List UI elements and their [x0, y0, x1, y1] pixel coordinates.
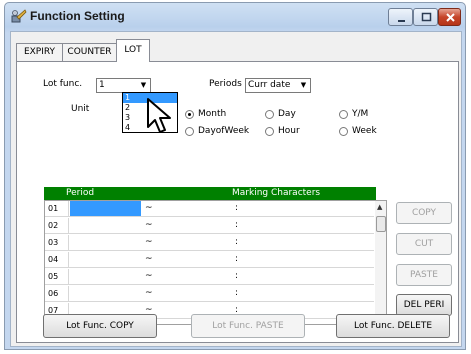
- mouse-pointer-icon: [146, 97, 176, 140]
- scroll-up-icon[interactable]: ▲: [377, 203, 382, 211]
- lot-func-select[interactable]: 1 ▼: [96, 78, 151, 93]
- unit-hour-label: Hour: [278, 126, 300, 136]
- range-separator: ~: [145, 271, 153, 281]
- radio-unchecked-icon: [265, 126, 274, 136]
- table-row[interactable]: 03 ~:: [45, 235, 374, 251]
- lot-func-value: 1: [99, 80, 105, 90]
- unit-ym-radio[interactable]: Y/M: [339, 109, 368, 119]
- title-bar[interactable]: Function Setting: [5, 3, 465, 31]
- unit-day-label: Day: [278, 109, 296, 119]
- del-peri-button[interactable]: DEL PERI: [396, 294, 452, 316]
- dialog-client-area: EXPIRY COUNTER LOT Lot func. 1 ▼ Periods…: [10, 31, 462, 347]
- unit-day-radio[interactable]: Day: [265, 109, 296, 119]
- maximize-button[interactable]: [413, 8, 438, 26]
- period-cell-selected[interactable]: [70, 201, 141, 216]
- radio-unchecked-icon: [339, 109, 348, 119]
- lot-func-label: Lot func.: [43, 79, 83, 89]
- table-row[interactable]: 02 ~:: [45, 218, 374, 234]
- range-separator: ~: [145, 220, 153, 230]
- copy-button[interactable]: COPY: [396, 202, 452, 224]
- grid-header-marking: Marking Characters: [232, 188, 321, 198]
- unit-hour-radio[interactable]: Hour: [265, 126, 300, 136]
- marking-separator: :: [235, 254, 239, 264]
- marking-separator: :: [235, 237, 239, 247]
- periods-label: Periods: [209, 79, 242, 89]
- row-number: 06: [45, 286, 69, 301]
- minimize-button[interactable]: [388, 8, 413, 26]
- row-number: 04: [45, 252, 69, 267]
- table-row[interactable]: 04 ~:: [45, 252, 374, 268]
- tab-counter[interactable]: COUNTER: [62, 43, 117, 61]
- row-number: 01: [45, 201, 69, 216]
- paste-button[interactable]: PASTE: [396, 264, 452, 286]
- cut-button-label: CUT: [414, 239, 434, 249]
- window-title: Function Setting: [30, 9, 125, 23]
- table-row[interactable]: 06 ~:: [45, 286, 374, 302]
- grid-scrollbar[interactable]: ▲ ▼: [375, 201, 386, 324]
- grid-header-period: Period: [66, 188, 95, 198]
- period-cell[interactable]: [70, 286, 141, 301]
- tab-counter-label: COUNTER: [67, 47, 112, 57]
- marking-separator: :: [235, 220, 239, 230]
- del-peri-button-label: DEL PERI: [403, 300, 445, 310]
- lot-func-copy-label: Lot Func. COPY: [66, 321, 134, 331]
- period-grid-header: Period Marking Characters: [44, 187, 376, 200]
- period-grid[interactable]: 01~: 02~: 03~: 04~: 05~: 06~: 07~: ▲ ▼: [44, 200, 387, 325]
- period-cell[interactable]: [70, 269, 141, 284]
- chevron-down-icon[interactable]: ▼: [297, 79, 310, 92]
- close-button[interactable]: [438, 8, 461, 26]
- unit-ym-label: Y/M: [352, 109, 369, 119]
- marking-separator: :: [235, 203, 239, 213]
- range-separator: ~: [145, 203, 153, 213]
- unit-dayofweek-label: DayofWeek: [198, 126, 250, 136]
- marking-separator: :: [235, 271, 239, 281]
- tab-lot[interactable]: LOT: [116, 39, 150, 62]
- period-cell[interactable]: [70, 235, 141, 250]
- lot-func-paste-label: Lot Func. PASTE: [212, 321, 284, 331]
- range-separator: ~: [145, 237, 153, 247]
- copy-button-label: COPY: [411, 208, 437, 218]
- range-separator: ~: [145, 288, 153, 298]
- unit-dayofweek-radio[interactable]: DayofWeek: [185, 126, 249, 136]
- unit-month-label: Month: [198, 109, 227, 119]
- radio-unchecked-icon: [339, 126, 348, 136]
- chevron-down-icon[interactable]: ▼: [137, 79, 150, 92]
- cut-button[interactable]: CUT: [396, 233, 452, 255]
- period-cell[interactable]: [70, 252, 141, 267]
- row-number: 05: [45, 269, 69, 284]
- paste-button-label: PASTE: [410, 270, 438, 280]
- radio-unchecked-icon: [265, 109, 274, 119]
- lot-func-delete-button[interactable]: Lot Func. DELETE: [336, 314, 450, 338]
- unit-week-label: Week: [352, 126, 377, 136]
- table-row[interactable]: 05 ~:: [45, 269, 374, 285]
- row-number: 03: [45, 235, 69, 250]
- function-setting-window: Function Setting EXPIRY COUNTER LOT Lot …: [4, 2, 466, 350]
- unit-label: Unit: [71, 104, 90, 114]
- lot-func-copy-button[interactable]: Lot Func. COPY: [43, 314, 157, 338]
- period-cell[interactable]: [70, 218, 141, 233]
- tab-expiry[interactable]: EXPIRY: [16, 43, 63, 61]
- periods-select[interactable]: Curr date ▼: [245, 78, 311, 93]
- radio-checked-icon: [185, 109, 194, 119]
- marking-separator: :: [235, 288, 239, 298]
- scrollbar-thumb[interactable]: [376, 216, 386, 232]
- tab-lot-label: LOT: [124, 45, 142, 55]
- unit-week-radio[interactable]: Week: [339, 126, 377, 136]
- lot-func-delete-label: Lot Func. DELETE: [353, 321, 433, 331]
- range-separator: ~: [145, 254, 153, 264]
- table-row[interactable]: 01 ~:: [45, 201, 374, 217]
- radio-unchecked-icon: [185, 126, 194, 136]
- periods-value: Curr date: [248, 80, 291, 90]
- function-setting-icon: [11, 8, 27, 24]
- lot-func-paste-button[interactable]: Lot Func. PASTE: [191, 314, 305, 338]
- row-number: 02: [45, 218, 69, 233]
- unit-month-radio[interactable]: Month: [185, 109, 226, 119]
- tab-expiry-label: EXPIRY: [23, 47, 56, 57]
